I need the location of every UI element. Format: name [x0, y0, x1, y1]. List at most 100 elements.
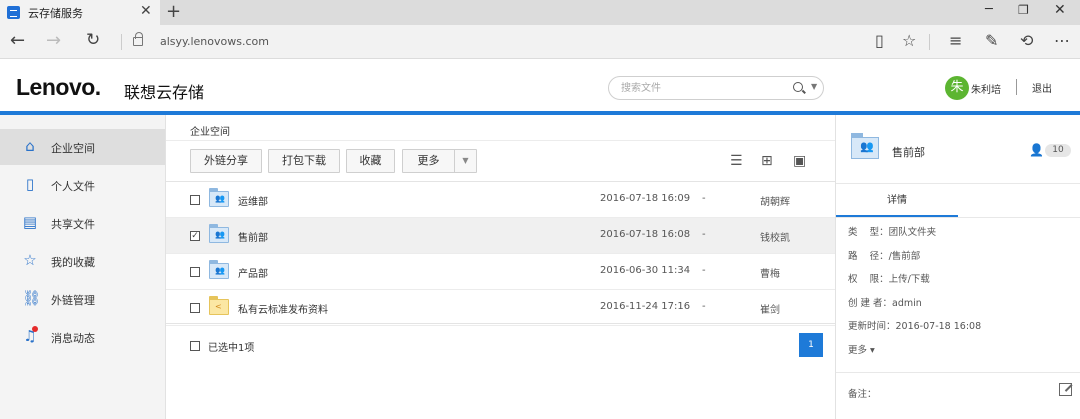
link-icon: ⛓: [22, 289, 42, 307]
more-icon[interactable]: ⋯: [1054, 32, 1070, 50]
refresh-button[interactable]: ↻: [86, 30, 100, 50]
hub-icon[interactable]: ≡: [949, 32, 962, 50]
divider: [836, 183, 1080, 184]
window-close-button[interactable]: ✕: [1054, 2, 1066, 18]
row-checkbox[interactable]: [190, 195, 200, 205]
logout-link[interactable]: 退出: [1032, 80, 1052, 95]
breadcrumb[interactable]: 企业空间: [190, 123, 230, 138]
url-field[interactable]: alsyy.lenovows.com: [160, 35, 269, 48]
file-size: -: [702, 193, 706, 204]
lock-icon: [133, 32, 143, 46]
home-icon: ⌂: [25, 137, 35, 155]
sidebar: ⌂ 企业空间 ▯ 个人文件 ▤ 共享文件 ☆ 我的收藏 ⛓ 外链管理 ♫ 消息动…: [0, 115, 166, 419]
divider: [166, 323, 836, 324]
tab-details[interactable]: 详情: [836, 187, 958, 217]
share-icon[interactable]: ⟲: [1020, 32, 1033, 50]
browser-address-bar: ← → ↻ alsyy.lenovows.com ▯ ☆ ≡ ✎ ⟲ ⋯: [0, 25, 1080, 59]
browser-tab-bar: 云存储服务 ✕ + ─ ❐ ✕: [0, 0, 1080, 25]
browser-tab[interactable]: 云存储服务 ✕: [0, 0, 160, 25]
lenovo-logo[interactable]: Lenovo.: [16, 74, 101, 101]
divider: [836, 372, 1080, 373]
new-tab-button[interactable]: +: [166, 1, 181, 22]
main-content: 企业空间 外链分享 打包下载 收藏 更多 ▼ ☰ ⊞ ▣ 👥 运维部 2016-…: [166, 115, 836, 419]
property-type: 类 型：团队文件夹: [848, 227, 937, 238]
share-link-button[interactable]: 外链分享: [190, 149, 262, 173]
sidebar-item-messages[interactable]: ♫ 消息动态: [0, 319, 165, 355]
row-checkbox[interactable]: ✓: [190, 231, 200, 241]
modified-date: 2016-07-18 16:09: [600, 193, 691, 204]
divider: [166, 140, 836, 141]
web-note-icon[interactable]: ✎: [985, 32, 998, 50]
back-button[interactable]: ←: [10, 30, 25, 51]
grid-view-icon[interactable]: ⊞: [761, 153, 773, 169]
more-properties-link[interactable]: 更多 ▾: [848, 342, 875, 356]
sidebar-item-favorites[interactable]: ☆ 我的收藏: [0, 243, 165, 279]
table-row[interactable]: 👥 运维部 2016-07-18 16:09 - 胡朝辉: [166, 182, 836, 218]
folder-name[interactable]: 私有云标准发布资料: [238, 301, 328, 316]
more-dropdown[interactable]: 更多 ▼: [402, 149, 477, 173]
select-all-checkbox[interactable]: [190, 341, 200, 351]
sort-icon[interactable]: ☰: [730, 153, 743, 169]
modified-date: 2016-06-30 11:34: [600, 265, 691, 276]
sidebar-item-label: 我的收藏: [51, 256, 95, 269]
search-box: ▼: [608, 76, 824, 100]
document-icon: ▯: [25, 175, 35, 193]
app-header: Lenovo. 联想云存储 ▼ 朱 朱利培 退出: [0, 59, 1080, 113]
owner-name: 钱校凯: [760, 233, 790, 244]
reading-view-icon[interactable]: ▯: [875, 32, 884, 50]
divider: [836, 217, 1080, 218]
sidebar-item-link-management[interactable]: ⛓ 外链管理: [0, 281, 165, 317]
search-icon[interactable]: [793, 82, 803, 92]
table-row[interactable]: 👥 产品部 2016-06-30 11:34 - 曹梅: [166, 254, 836, 290]
favorite-star-icon[interactable]: ☆: [902, 32, 916, 50]
address-separator: [121, 34, 122, 50]
sidebar-item-personal-files[interactable]: ▯ 个人文件: [0, 167, 165, 203]
owner-name: 胡朝辉: [760, 197, 790, 208]
sidebar-item-label: 共享文件: [51, 218, 95, 231]
detail-title: 售前部: [892, 146, 925, 159]
sidebar-item-label: 个人文件: [51, 180, 95, 193]
star-icon: ☆: [23, 251, 37, 269]
note-label: 备注：: [848, 389, 877, 400]
sidebar-item-label: 消息动态: [51, 332, 95, 345]
chevron-down-icon[interactable]: ▼: [454, 150, 476, 172]
member-count-badge[interactable]: 10: [1045, 144, 1071, 157]
owner-name: 崔剑: [760, 305, 780, 316]
chevron-down-icon[interactable]: ▼: [811, 82, 817, 91]
toolbar-separator: [929, 34, 930, 50]
folder-name[interactable]: 售前部: [238, 229, 268, 244]
selection-count: 已选中1项: [208, 343, 255, 354]
property-updated-time: 更新时间：2016-07-18 16:08: [848, 321, 982, 332]
member-icon[interactable]: 👤: [1029, 143, 1044, 157]
team-folder-icon: 👥: [851, 133, 879, 159]
edit-icon[interactable]: [1059, 383, 1072, 396]
file-size: -: [702, 301, 706, 312]
row-checkbox[interactable]: [190, 303, 200, 313]
window-minimize-button[interactable]: ─: [985, 2, 993, 17]
forward-button[interactable]: →: [46, 30, 61, 51]
user-name[interactable]: 朱利培: [971, 81, 1001, 96]
sidebar-item-shared-files[interactable]: ▤ 共享文件: [0, 205, 165, 241]
shared-folder-icon: <: [209, 296, 229, 315]
more-button-label: 更多: [417, 154, 440, 167]
avatar[interactable]: 朱: [945, 76, 969, 100]
sidebar-item-label: 外链管理: [51, 294, 95, 307]
tab-close-icon[interactable]: ✕: [140, 3, 152, 19]
search-input[interactable]: [621, 81, 781, 95]
property-permission: 权 限：上传/下载: [848, 274, 930, 285]
sidebar-item-enterprise-space[interactable]: ⌂ 企业空间: [0, 129, 165, 165]
pagination-page-button[interactable]: 1: [799, 333, 823, 357]
favorite-button[interactable]: 收藏: [346, 149, 395, 173]
file-size: -: [702, 229, 706, 240]
table-row[interactable]: ✓ 👥 售前部 2016-07-18 16:08 - 钱校凯: [166, 218, 836, 254]
pack-download-button[interactable]: 打包下载: [268, 149, 340, 173]
row-checkbox[interactable]: [190, 267, 200, 277]
folder-name[interactable]: 运维部: [238, 193, 268, 208]
table-row[interactable]: < 私有云标准发布资料 2016-11-24 17:16 - 崔剑: [166, 290, 836, 326]
window-maximize-button[interactable]: ❐: [1018, 3, 1029, 17]
team-folder-icon: 👥: [209, 224, 229, 243]
owner-name: 曹梅: [760, 269, 780, 280]
folder-name[interactable]: 产品部: [238, 265, 268, 280]
modified-date: 2016-11-24 17:16: [600, 301, 691, 312]
detail-view-icon[interactable]: ▣: [793, 153, 806, 169]
